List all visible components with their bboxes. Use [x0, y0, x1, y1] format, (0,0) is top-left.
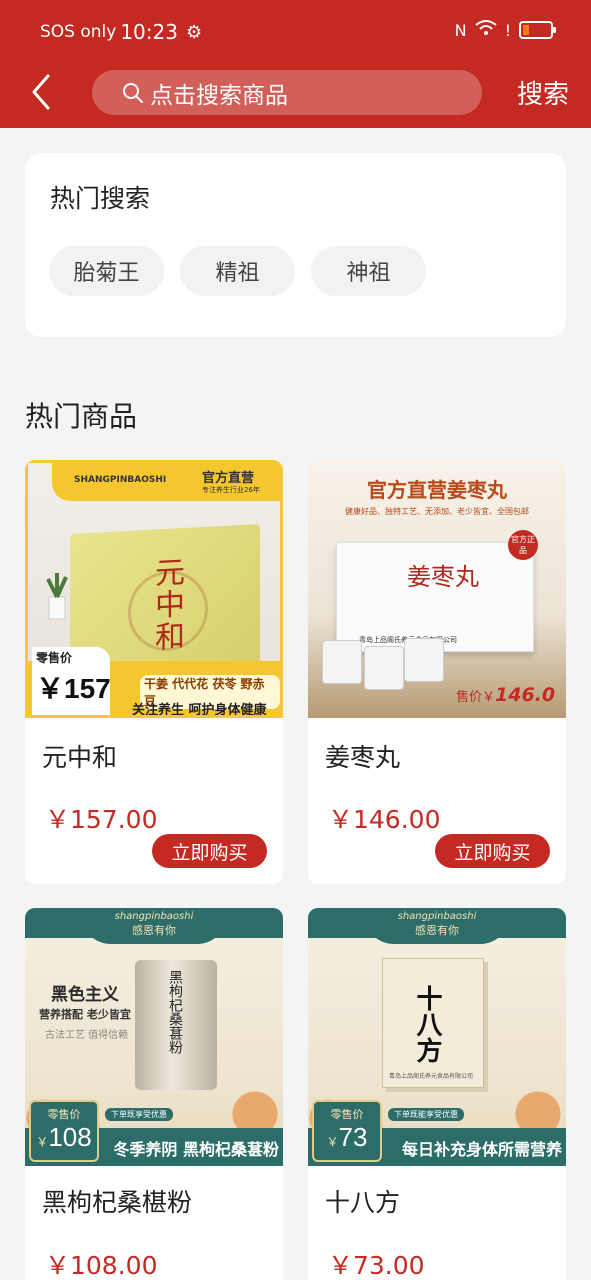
- gear-icon: ⚙: [185, 21, 203, 43]
- nfc-icon: N: [454, 20, 467, 40]
- hot-search-card: 热门搜索 胎菊王 精祖 神祖: [25, 153, 566, 337]
- box-title: 元中和: [149, 556, 184, 654]
- brand-text: shangpinbaoshi: [397, 911, 477, 922]
- hot-products-title: 热门商品: [25, 400, 138, 433]
- box-title: 十八方: [412, 985, 442, 1063]
- carrier-text: SOS only: [40, 22, 117, 42]
- slogan-text: 冬季养阴 黑枸杞桑葚粉: [113, 1140, 279, 1159]
- motto-text: 感恩有你: [415, 924, 459, 937]
- image-price: 售价￥146.0: [456, 684, 555, 706]
- battery-icon: [519, 21, 556, 39]
- image-subline: 营养搭配 老少皆宜: [39, 1008, 131, 1021]
- retail-currency: ￥: [36, 1135, 49, 1149]
- product-name: 姜枣丸: [325, 743, 401, 772]
- image-price-label: 售价￥: [456, 690, 496, 705]
- retail-label: 零售价: [47, 1108, 81, 1121]
- product-name: 元中和: [42, 743, 118, 772]
- slogan-text: 每日补充身体所需营养: [401, 1140, 562, 1159]
- status-bar: SOS only 10:23 ⚙ N !: [0, 0, 591, 64]
- product-image[interactable]: SHANGPINBAOSHI 官方直营 专注养生行业26年 元中和 零售价 ￥1…: [25, 460, 283, 718]
- promo-text: 下单既能享受优惠: [388, 1108, 464, 1121]
- product-name: 黑枸杞桑椹粉: [42, 1188, 193, 1217]
- image-subline: 古法工艺 值得信赖: [45, 1030, 129, 1041]
- brand-text: SHANGPINBAOSHI: [74, 475, 167, 485]
- brand-text: shangpinbaoshi: [114, 911, 194, 922]
- buy-now-button[interactable]: 立即购买: [152, 834, 267, 868]
- back-button[interactable]: [28, 72, 56, 112]
- motto-text: 感恩有你: [132, 924, 176, 937]
- product-box: 十八方 青岛上品阁氏养元食品有限公司: [382, 958, 484, 1088]
- product-image[interactable]: shangpinbaoshi 感恩有你 十八方 青岛上品阁氏养元食品有限公司 每…: [308, 908, 566, 1166]
- search-button[interactable]: 搜索: [517, 74, 569, 111]
- product-price: ￥108.00: [45, 1251, 158, 1280]
- retail-price: 108: [48, 1122, 92, 1152]
- app-header: SOS only 10:23 ⚙ N ! 点击搜索商品 搜索: [0, 0, 591, 128]
- hot-search-title: 热门搜索: [50, 184, 151, 213]
- retail-currency: ￥: [326, 1135, 339, 1149]
- badge-subtitle: 专注养生行业26年: [202, 486, 260, 494]
- product-price: ￥157.00: [45, 805, 158, 834]
- chevron-left-icon: [32, 74, 50, 110]
- official-badge: 官方正品: [508, 530, 538, 560]
- retail-label: 零售价: [36, 651, 73, 665]
- product-image[interactable]: shangpinbaoshi 感恩有你 黑色主义 营养搭配 老少皆宜 古法工艺 …: [25, 908, 283, 1166]
- image-headline: 官方直营姜枣丸: [367, 478, 507, 502]
- slogan-text: 关注养生 呵护身体健康: [132, 703, 267, 718]
- plant-icon: [46, 573, 68, 620]
- retail-price: ￥157: [36, 673, 111, 704]
- search-placeholder: 点击搜索商品: [150, 82, 288, 109]
- product-card[interactable]: SHANGPINBAOSHI 官方直营 专注养生行业26年 元中和 零售价 ￥1…: [25, 460, 283, 884]
- image-subline: 健康好品、独特工艺、无添加、老少皆宜、全国包邮: [345, 507, 529, 516]
- product-can: 黑枸杞桑葚粉: [135, 960, 217, 1090]
- retail-price: 73: [338, 1122, 368, 1152]
- hot-search-chip[interactable]: 神祖: [311, 246, 426, 296]
- clock: 10:23: [120, 20, 178, 44]
- retail-price-tag: 零售价 ￥108: [29, 1100, 99, 1162]
- product-image[interactable]: 官方直营姜枣丸 健康好品、独特工艺、无添加、老少皆宜、全国包邮 姜枣丸 青岛上品…: [308, 460, 566, 718]
- hot-search-chip[interactable]: 胎菊王: [49, 246, 164, 296]
- hot-search-chip[interactable]: 精祖: [180, 246, 295, 296]
- image-price-value: 146.0: [495, 684, 556, 706]
- retail-price-tag: 零售价 ￥73: [312, 1100, 382, 1162]
- product-card[interactable]: 官方直营姜枣丸 健康好品、独特工艺、无添加、老少皆宜、全国包邮 姜枣丸 青岛上品…: [308, 460, 566, 884]
- promo-text: 下单既享受优惠: [105, 1108, 173, 1121]
- product-card[interactable]: shangpinbaoshi 感恩有你 黑色主义 营养搭配 老少皆宜 古法工艺 …: [25, 908, 283, 1280]
- official-badge: 官方直营: [202, 471, 255, 486]
- image-headline: 黑色主义: [51, 985, 119, 1005]
- product-name: 十八方: [325, 1188, 401, 1217]
- product-price: ￥73.00: [328, 1251, 425, 1280]
- product-box: 姜枣丸 青岛上品阁氏养元食品有限公司: [336, 542, 534, 652]
- search-input[interactable]: 点击搜索商品: [92, 70, 482, 115]
- can-title: 黑枸杞桑葚粉: [167, 970, 183, 1054]
- product-price: ￥146.00: [328, 805, 441, 834]
- retail-price-tag: 零售价 ￥157: [32, 647, 111, 715]
- search-icon: [123, 82, 143, 103]
- box-title: 姜枣丸: [407, 563, 479, 591]
- product-card[interactable]: shangpinbaoshi 感恩有你 十八方 青岛上品阁氏养元食品有限公司 每…: [308, 908, 566, 1280]
- wifi-icon: [474, 20, 497, 40]
- buy-now-button[interactable]: 立即购买: [435, 834, 550, 868]
- alert-icon: !: [504, 20, 511, 40]
- retail-label: 零售价: [330, 1108, 364, 1121]
